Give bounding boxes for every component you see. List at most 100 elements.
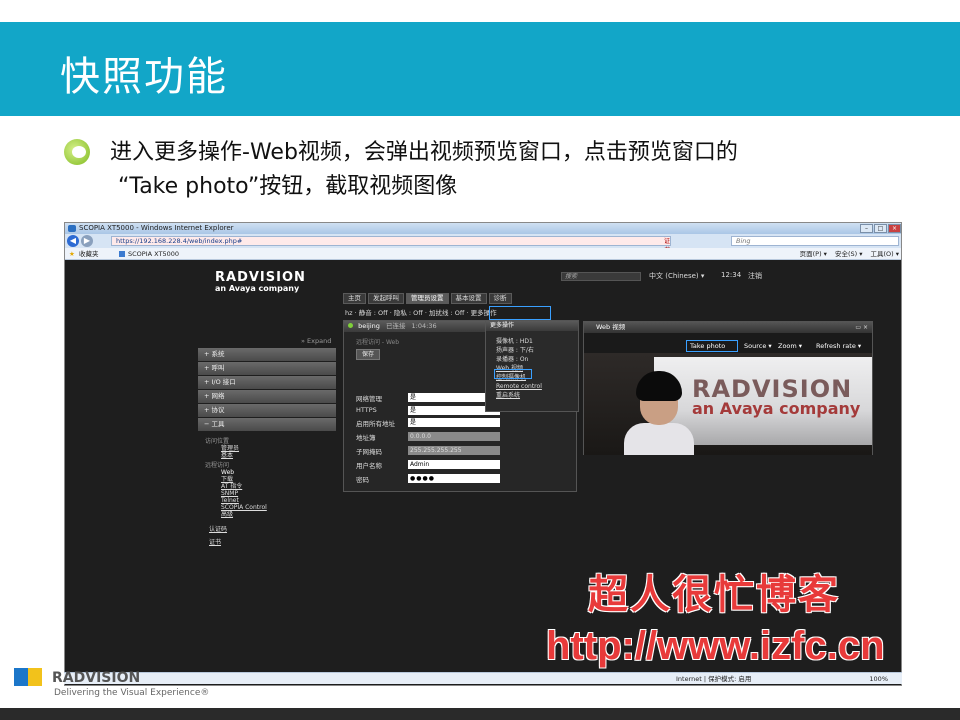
- window-controls: – □ ×: [860, 224, 901, 233]
- more-ops-restart[interactable]: 重启系统: [486, 391, 578, 400]
- zoom-level[interactable]: 100%: [869, 673, 888, 685]
- clock: 12:34: [721, 271, 742, 279]
- take-photo-highlight: [686, 340, 738, 352]
- tab-diagnostics[interactable]: 诊断: [488, 293, 512, 304]
- nav-io[interactable]: + I/O 接口: [198, 376, 336, 389]
- field-label-https: HTTPS: [356, 406, 377, 414]
- tab-home[interactable]: 主页: [343, 293, 366, 304]
- url-input[interactable]: https://192.168.228.4/web/index.php# 证书错…: [111, 236, 671, 272]
- refresh-rate-dropdown[interactable]: Refresh rate ▾: [816, 340, 861, 352]
- field-label-network-mgmt: 网络管理: [356, 395, 382, 403]
- more-ops-title: 更多操作: [486, 321, 578, 331]
- back-button[interactable]: ◀: [67, 235, 79, 247]
- video-toolbar: Take photo Source ▾ Zoom ▾ Refresh rate …: [584, 340, 872, 352]
- footer-band: [0, 708, 960, 720]
- more-ops-camera: 摄像机 : HD1: [496, 338, 533, 345]
- tools-link-telnet[interactable]: Telnet: [205, 497, 267, 504]
- logout-link[interactable]: 注销: [748, 271, 762, 281]
- tab-admin-settings[interactable]: 管理员设置: [406, 293, 449, 304]
- forward-button[interactable]: ▶: [81, 235, 93, 247]
- tools-link-advanced[interactable]: 高级: [205, 511, 267, 518]
- tools-link-auth[interactable]: 认证码: [205, 526, 267, 533]
- tools-link-snmp[interactable]: SNMP: [205, 490, 267, 497]
- page-menu[interactable]: 页面(P) ▾: [800, 248, 827, 260]
- video-person: [624, 371, 694, 455]
- tools-link-basic[interactable]: 基本: [205, 452, 267, 459]
- field-address: 0.0.0.0: [408, 432, 500, 441]
- field-all-addresses[interactable]: 是: [408, 418, 500, 427]
- nav-tools[interactable]: − 工具: [198, 418, 336, 431]
- nav-network[interactable]: + 网络: [198, 390, 336, 403]
- favorites-bar: ★ 收藏夹 SCOPIA XT5000 页面(P) ▾ 安全(S) ▾ 工具(O…: [65, 248, 901, 260]
- favorites-star-icon[interactable]: ★: [69, 248, 75, 260]
- language-select[interactable]: 中文 (Chinese) ▾: [649, 271, 704, 281]
- tools-link-at[interactable]: AT 指令: [205, 483, 267, 490]
- bullet-icon: [64, 139, 90, 165]
- zoom-dropdown[interactable]: Zoom ▾: [778, 340, 802, 352]
- call-status-breadcrumb[interactable]: hz · 静音 : Off · 隐私 : Off · 加扰线 : Off · 更…: [345, 307, 497, 317]
- more-ops-highlight: [489, 306, 551, 320]
- browser-search-input[interactable]: Bing: [731, 236, 899, 246]
- field-label-username: 用户名称: [356, 462, 382, 470]
- browser-tools: 页面(P) ▾ 安全(S) ▾ 工具(O) ▾: [800, 248, 899, 260]
- video-preview: RADVISION an Avaya company: [584, 353, 872, 455]
- slide-title: 快照功能: [60, 54, 228, 100]
- video-title: Web 视频: [584, 322, 872, 333]
- field-password[interactable]: ●●●●: [408, 474, 500, 483]
- footer-brand: RADVISION: [52, 670, 141, 686]
- tools-link-download[interactable]: 下载: [205, 476, 267, 483]
- main-tabs: 主页 发起呼叫 管理员设置 基本设置 诊断: [343, 293, 512, 304]
- section-title: 远程访问 - Web: [356, 339, 400, 346]
- web-video-window: Web 视频 ▭ × Take photo Source ▾ Zoom ▾ Re…: [583, 321, 873, 455]
- browser-title-bar: SCOPIA XT5000 - Windows Internet Explore…: [65, 223, 901, 234]
- ie-icon: [68, 225, 76, 232]
- tools-link-admin[interactable]: 管理员: [205, 445, 267, 452]
- nav-system[interactable]: + 系统: [198, 348, 336, 361]
- footer-tagline: Delivering the Visual Experience®: [54, 688, 210, 698]
- safety-menu[interactable]: 安全(S) ▾: [835, 248, 863, 260]
- expand-link[interactable]: » Expand: [301, 337, 331, 345]
- watermark-title: 超人很忙博客: [588, 572, 840, 618]
- favorites-label[interactable]: 收藏夹: [79, 248, 99, 260]
- tools-link-scopia-control[interactable]: SCOPIA Control: [205, 504, 267, 511]
- tab-call[interactable]: 发起呼叫: [368, 293, 404, 304]
- phone-icon: [348, 323, 353, 328]
- tools-menu[interactable]: 工具(O) ▾: [870, 248, 899, 260]
- browser-tab[interactable]: SCOPIA XT5000: [119, 248, 179, 260]
- minimize-button[interactable]: –: [860, 224, 873, 233]
- save-button[interactable]: 保存: [356, 349, 380, 360]
- field-username[interactable]: Admin: [408, 460, 500, 469]
- radvision-logo: RADVISION: [215, 270, 306, 285]
- video-close-icon[interactable]: ▭ ×: [855, 324, 868, 331]
- tools-link-cert[interactable]: 证书: [205, 539, 267, 546]
- nav-protocol[interactable]: + 协议: [198, 404, 336, 417]
- tools-submenu: 访问位置 管理员 基本 远程访问 Web 下载 AT 指令 SNMP Telne…: [205, 438, 267, 546]
- more-ops-remote-control[interactable]: Remote control: [486, 382, 578, 391]
- bullet-text-line2: “Take photo”按钮，截取视频图像: [118, 174, 458, 199]
- radvision-footer-logo-icon: [14, 668, 44, 686]
- tab-basic-settings[interactable]: 基本设置: [450, 293, 487, 304]
- more-ops-recorder: 录播器 : On: [496, 356, 529, 363]
- maximize-button[interactable]: □: [874, 224, 887, 233]
- nav-call[interactable]: + 呼叫: [198, 362, 336, 375]
- tools-group-remote: 远程访问: [205, 462, 230, 469]
- radvision-logo-sub: an Avaya company: [215, 284, 300, 293]
- bullet-text-line1: 进入更多操作-Web视频，会弹出视频预览窗口，点击预览窗口的: [110, 140, 738, 165]
- address-bar: ◀ ▶ https://192.168.228.4/web/index.php#…: [65, 234, 901, 272]
- field-subnet: 255.255.255.255: [408, 446, 500, 455]
- more-ops-speaker: 扬声器 : 下/右: [496, 347, 534, 354]
- field-label-all-addresses: 启用所有地址: [356, 420, 395, 428]
- more-ops-dropdown: 更多操作 摄像机 : HD1 扬声器 : 下/右 录播器 : On Web 视频…: [485, 320, 579, 412]
- url-text: https://192.168.228.4/web/index.php#: [116, 237, 243, 245]
- call-name: beijing: [358, 322, 380, 330]
- app-search-input[interactable]: 搜索: [561, 272, 641, 281]
- side-nav: + 系统 + 呼叫 + I/O 接口 + 网络 + 协议 − 工具: [198, 348, 336, 432]
- video-wall-logo-sub: an Avaya company: [692, 399, 861, 418]
- tools-link-web[interactable]: Web: [205, 469, 267, 476]
- call-duration: 1:04:36: [411, 322, 437, 330]
- field-label-password: 密码: [356, 476, 369, 484]
- close-button[interactable]: ×: [888, 224, 901, 233]
- source-dropdown[interactable]: Source ▾: [744, 340, 772, 352]
- web-video-highlight: [494, 369, 532, 379]
- field-label-address: 地址簿: [356, 434, 376, 442]
